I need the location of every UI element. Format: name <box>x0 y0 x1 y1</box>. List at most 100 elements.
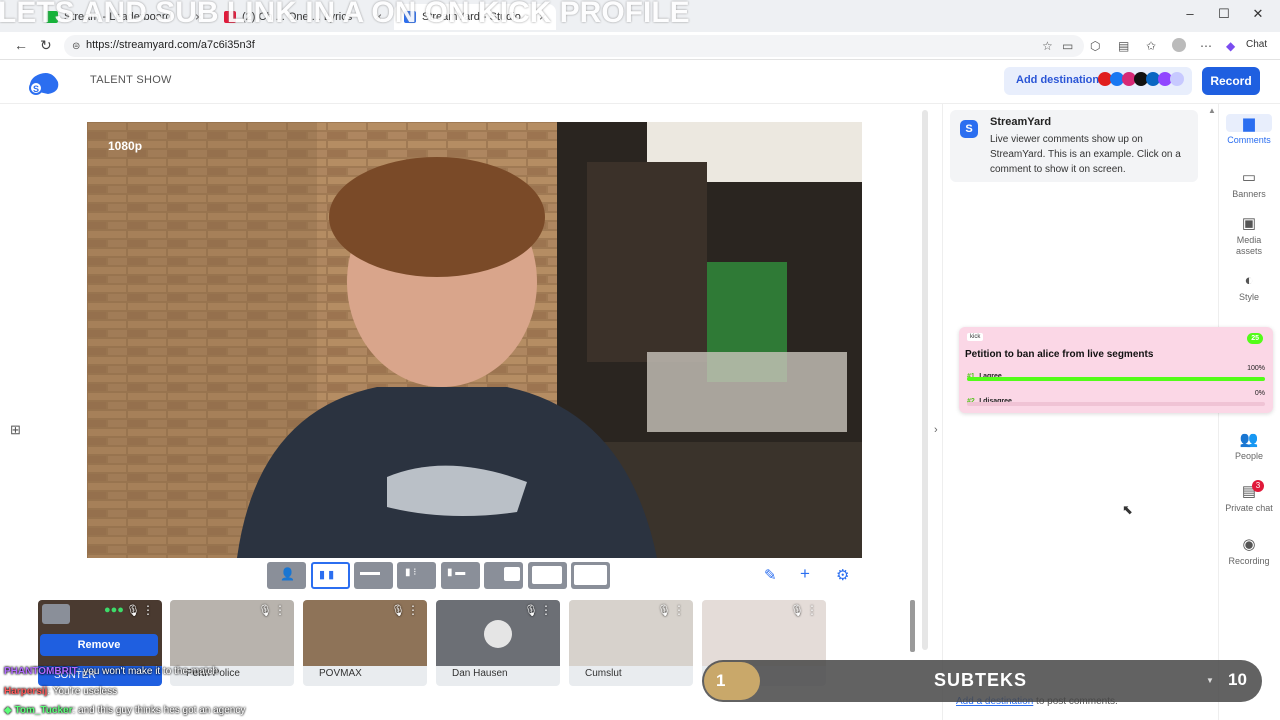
poll-option: #2 I disagree 0% <box>967 390 1265 408</box>
stage-video[interactable] <box>87 122 862 558</box>
mic-icon[interactable]: 🎙 <box>524 604 538 617</box>
chat-text: : You're useless <box>47 686 118 697</box>
layout-sidebar-button[interactable]: ▮ ⁝ <box>397 562 436 589</box>
sub-goal-target: 10 <box>1228 670 1247 689</box>
chat-user: Tom_Tucker <box>14 705 73 716</box>
extensions-icon[interactable]: ⬡ <box>1090 39 1100 53</box>
kick-favicon-icon <box>46 11 58 23</box>
tiles-scrollbar[interactable] <box>910 600 915 652</box>
stage-scrollbar[interactable] <box>922 110 928 650</box>
webcam-feed <box>87 122 862 558</box>
more-options-icon[interactable]: ⋮ <box>673 603 685 617</box>
reload-icon[interactable]: ↻ <box>40 37 52 54</box>
avatar <box>484 620 512 648</box>
audio-level-icon: ●●● <box>104 604 124 616</box>
participant-tile[interactable]: 🎙 ⋮ Cumslut <box>569 600 693 686</box>
mic-icon[interactable]: 🎙 <box>657 604 671 617</box>
participant-tile[interactable]: 🎙 ⋮ POVMAX <box>303 600 427 686</box>
side-nav-style[interactable]: ◐ Style <box>1218 272 1280 302</box>
browser-tab-streamyard[interactable]: StreamYard - Studio × <box>394 4 556 30</box>
comment-icon: ▆ <box>1226 114 1272 132</box>
side-nav-label: People <box>1234 451 1264 461</box>
back-icon[interactable]: ← <box>14 37 28 53</box>
layout-panel-toggle-icon[interactable]: ⊞ <box>10 422 21 438</box>
layout-solo-button[interactable]: 👤 <box>267 562 306 589</box>
side-nav-label: Comments <box>1227 135 1271 145</box>
close-tab-icon[interactable]: × <box>187 10 202 24</box>
mouse-cursor-icon: ⬉ <box>1122 502 1133 517</box>
side-nav-banners[interactable]: ▭ Banners <box>1218 168 1280 199</box>
add-icon[interactable]: + <box>800 564 810 584</box>
layout-screen-button[interactable] <box>484 562 523 589</box>
chat-user: Harpersij <box>4 686 48 697</box>
panel-scroll-up-icon[interactable]: ▲ <box>1208 106 1216 115</box>
browser-tab-bar: Stream - Leaderboard × (2) Ch ... One ..… <box>0 0 1280 32</box>
side-nav-private-chat[interactable]: ▤ 3 Private chat <box>1218 480 1280 513</box>
layout-pip-button[interactable]: ▮ ▬ <box>441 562 480 589</box>
url-field[interactable]: https://streamyard.com/a7c6i35n3f <box>64 35 1084 57</box>
maximize-icon[interactable]: ☐ <box>1212 6 1236 22</box>
remove-button[interactable]: Remove <box>40 634 158 656</box>
chat-button[interactable]: Chat <box>1246 39 1267 50</box>
mic-icon[interactable]: 🎙 <box>391 604 405 617</box>
participant-tile[interactable]: 🎙 ⋮ Dan Hausen <box>436 600 560 686</box>
more-options-icon[interactable]: ⋮ <box>142 603 154 617</box>
side-nav-label: Style <box>1238 292 1259 302</box>
layout-group-button[interactable]: ▮ ▮ <box>311 562 350 589</box>
side-nav-people[interactable]: 👥 People <box>1218 430 1280 461</box>
more-options-icon[interactable]: ⋮ <box>407 603 419 617</box>
favorite-star-icon[interactable]: ☆ <box>1042 39 1053 53</box>
private-chat-badge: 3 <box>1252 480 1264 492</box>
chat-text: : you won't make it to the match <box>77 666 219 677</box>
mic-icon[interactable]: 🎙 <box>258 604 272 617</box>
edit-pencil-icon[interactable]: ✎ <box>764 566 777 584</box>
close-tab-icon[interactable]: × <box>531 10 546 24</box>
add-destination-button[interactable]: Add destination <box>1004 67 1192 95</box>
example-comment-card[interactable]: S StreamYard Live viewer comments show u… <box>950 110 1198 182</box>
sub-goal-label: SUBTEKS <box>934 670 1028 690</box>
settings-gear-icon[interactable]: ⚙ <box>836 566 849 584</box>
people-icon: 👥 <box>1239 431 1259 448</box>
comment-author: StreamYard <box>990 116 1052 128</box>
app-header: S TALENT SHOW Add destination Record <box>0 60 1280 104</box>
mic-icon[interactable]: 🎙 <box>126 604 140 617</box>
poll-title: Petition to ban alice from live segments <box>965 349 1154 360</box>
minimize-icon[interactable]: – <box>1178 6 1202 21</box>
more-options-icon[interactable]: ⋮ <box>806 603 818 617</box>
more-menu-icon[interactable]: ⋯ <box>1200 39 1212 53</box>
kick-icon: ◆ <box>4 705 12 716</box>
more-options-icon[interactable]: ⋮ <box>274 603 286 617</box>
add-more-icon <box>1170 72 1184 86</box>
side-nav-comments[interactable]: ▆ Comments <box>1218 114 1280 145</box>
more-options-icon[interactable]: ⋮ <box>540 603 552 617</box>
site-info-icon[interactable]: ⊜ <box>72 41 80 52</box>
video-icon[interactable]: ▭ <box>1062 39 1073 53</box>
chat-icon: ▤ <box>1241 483 1257 500</box>
close-window-icon[interactable]: ✕ <box>1246 6 1270 22</box>
poll-option-percent: 0% <box>1254 390 1265 397</box>
poll-progress-bar <box>967 377 1265 381</box>
reader-icon[interactable]: ▤ <box>1118 39 1129 53</box>
mic-icon[interactable]: 🎙 <box>790 604 804 617</box>
layout-leader-button[interactable]: ▬▬ <box>354 562 393 589</box>
side-nav-media-assets[interactable]: ▣ Media assets <box>1218 214 1280 257</box>
layout-cinema-button[interactable] <box>528 562 567 589</box>
close-tab-icon[interactable]: × <box>367 10 382 24</box>
profile-avatar[interactable] <box>1172 38 1186 52</box>
streamyard-logo-icon[interactable]: S <box>26 68 62 96</box>
record-button[interactable]: Record <box>1202 67 1260 95</box>
layout-fullscreen-button[interactable] <box>571 562 610 589</box>
sub-goal-bar: SUBTEKS ▼ 10 <box>702 660 1262 702</box>
resolution-badge[interactable]: 1080p <box>108 139 142 153</box>
show-name[interactable]: TALENT SHOW <box>90 74 172 86</box>
chat-user: PHANTOMBRIT <box>4 666 78 677</box>
browser-tab-lyrics[interactable]: (2) Ch ... One ... Lyrics × <box>214 4 392 30</box>
participant-name: POVMAX <box>319 668 362 679</box>
side-nav-recording[interactable]: ◉ Recording <box>1218 535 1280 566</box>
side-nav-label: Media assets <box>1235 235 1262 256</box>
collections-icon[interactable]: ✩ <box>1146 39 1156 53</box>
expand-panel-icon[interactable]: › <box>934 424 938 436</box>
copilot-icon[interactable]: ◆ <box>1226 39 1235 53</box>
add-to-stage-icon[interactable] <box>42 604 70 624</box>
browser-tab-leaderboard[interactable]: Stream - Leaderboard × <box>36 4 212 30</box>
